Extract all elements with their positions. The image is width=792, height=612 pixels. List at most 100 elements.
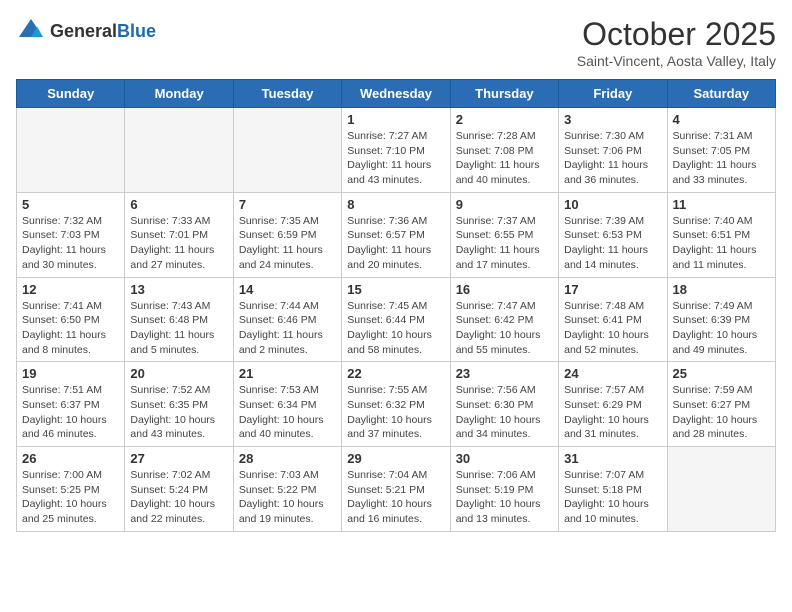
day-detail: Sunrise: 7:39 AM Sunset: 6:53 PM Dayligh… — [564, 214, 661, 273]
calendar-cell: 13Sunrise: 7:43 AM Sunset: 6:48 PM Dayli… — [125, 277, 233, 362]
calendar-cell: 21Sunrise: 7:53 AM Sunset: 6:34 PM Dayli… — [233, 362, 341, 447]
calendar-body: 1 Sunrise: 7:27 AM Sunset: 7:10 PM Daylig… — [17, 108, 776, 532]
day-number: 15 — [347, 282, 444, 297]
calendar-cell: 7 Sunrise: 7:35 AM Sunset: 6:59 PM Daylig… — [233, 192, 341, 277]
calendar-cell: 25Sunrise: 7:59 AM Sunset: 6:27 PM Dayli… — [667, 362, 775, 447]
day-number: 17 — [564, 282, 661, 297]
calendar-cell: 16Sunrise: 7:47 AM Sunset: 6:42 PM Dayli… — [450, 277, 558, 362]
weekday-header: Wednesday — [342, 80, 450, 108]
day-detail: Sunrise: 7:35 AM Sunset: 6:59 PM Dayligh… — [239, 214, 336, 273]
calendar-cell: 29 Sunrise: 7:04 AM Sunset: 5:21 PM Dayli… — [342, 447, 450, 532]
calendar-cell: 23 Sunrise: 7:56 AM Sunset: 6:30 PM Dayli… — [450, 362, 558, 447]
month-title: October 2025 — [577, 16, 776, 53]
day-detail: Sunrise: 7:59 AM Sunset: 6:27 PM Dayligh… — [673, 383, 770, 442]
day-number: 3 — [564, 112, 661, 127]
weekday-header: Friday — [559, 80, 667, 108]
weekday-header: Thursday — [450, 80, 558, 108]
weekday-header: Saturday — [667, 80, 775, 108]
calendar-cell: 10Sunrise: 7:39 AM Sunset: 6:53 PM Dayli… — [559, 192, 667, 277]
day-detail: Sunrise: 7:31 AM Sunset: 7:05 PM Dayligh… — [673, 129, 770, 188]
day-detail: Sunrise: 7:30 AM Sunset: 7:06 PM Dayligh… — [564, 129, 661, 188]
calendar-cell — [233, 108, 341, 193]
day-number: 7 — [239, 197, 336, 212]
calendar-cell: 24Sunrise: 7:57 AM Sunset: 6:29 PM Dayli… — [559, 362, 667, 447]
logo-blue: Blue — [117, 21, 156, 42]
page-header: General Blue October 2025 Saint-Vincent,… — [16, 16, 776, 69]
day-number: 2 — [456, 112, 553, 127]
calendar-cell: 3 Sunrise: 7:30 AM Sunset: 7:06 PM Daylig… — [559, 108, 667, 193]
calendar-cell: 17 Sunrise: 7:48 AM Sunset: 6:41 PM Dayli… — [559, 277, 667, 362]
calendar-cell: 11Sunrise: 7:40 AM Sunset: 6:51 PM Dayli… — [667, 192, 775, 277]
day-number: 24 — [564, 366, 661, 381]
calendar-cell — [17, 108, 125, 193]
day-detail: Sunrise: 7:36 AM Sunset: 6:57 PM Dayligh… — [347, 214, 444, 273]
logo: General Blue — [16, 16, 156, 46]
day-detail: Sunrise: 7:03 AM Sunset: 5:22 PM Dayligh… — [239, 468, 336, 527]
day-detail: Sunrise: 7:00 AM Sunset: 5:25 PM Dayligh… — [22, 468, 119, 527]
weekday-header: Sunday — [17, 80, 125, 108]
day-detail: Sunrise: 7:02 AM Sunset: 5:24 PM Dayligh… — [130, 468, 227, 527]
day-detail: Sunrise: 7:48 AM Sunset: 6:41 PM Dayligh… — [564, 299, 661, 358]
day-detail: Sunrise: 7:04 AM Sunset: 5:21 PM Dayligh… — [347, 468, 444, 527]
day-detail: Sunrise: 7:45 AM Sunset: 6:44 PM Dayligh… — [347, 299, 444, 358]
day-number: 30 — [456, 451, 553, 466]
day-number: 27 — [130, 451, 227, 466]
day-number: 22 — [347, 366, 444, 381]
calendar-cell: 1 Sunrise: 7:27 AM Sunset: 7:10 PM Daylig… — [342, 108, 450, 193]
calendar-week-row: 1 Sunrise: 7:27 AM Sunset: 7:10 PM Daylig… — [17, 108, 776, 193]
day-number: 13 — [130, 282, 227, 297]
calendar-cell: 12 Sunrise: 7:41 AM Sunset: 6:50 PM Dayli… — [17, 277, 125, 362]
calendar-cell — [125, 108, 233, 193]
day-detail: Sunrise: 7:28 AM Sunset: 7:08 PM Dayligh… — [456, 129, 553, 188]
calendar-cell: 31 Sunrise: 7:07 AM Sunset: 5:18 PM Dayli… — [559, 447, 667, 532]
day-detail: Sunrise: 7:51 AM Sunset: 6:37 PM Dayligh… — [22, 383, 119, 442]
calendar-week-row: 12 Sunrise: 7:41 AM Sunset: 6:50 PM Dayli… — [17, 277, 776, 362]
day-detail: Sunrise: 7:27 AM Sunset: 7:10 PM Dayligh… — [347, 129, 444, 188]
day-number: 31 — [564, 451, 661, 466]
day-detail: Sunrise: 7:40 AM Sunset: 6:51 PM Dayligh… — [673, 214, 770, 273]
location-subtitle: Saint-Vincent, Aosta Valley, Italy — [577, 53, 776, 69]
day-number: 20 — [130, 366, 227, 381]
day-number: 18 — [673, 282, 770, 297]
day-number: 12 — [22, 282, 119, 297]
day-detail: Sunrise: 7:32 AM Sunset: 7:03 PM Dayligh… — [22, 214, 119, 273]
calendar-cell: 27 Sunrise: 7:02 AM Sunset: 5:24 PM Dayli… — [125, 447, 233, 532]
calendar-cell: 9 Sunrise: 7:37 AM Sunset: 6:55 PM Daylig… — [450, 192, 558, 277]
day-number: 28 — [239, 451, 336, 466]
day-detail: Sunrise: 7:07 AM Sunset: 5:18 PM Dayligh… — [564, 468, 661, 527]
calendar-cell: 28 Sunrise: 7:03 AM Sunset: 5:22 PM Dayli… — [233, 447, 341, 532]
calendar-table: SundayMondayTuesdayWednesdayThursdayFrid… — [16, 79, 776, 532]
calendar-cell: 2 Sunrise: 7:28 AM Sunset: 7:08 PM Daylig… — [450, 108, 558, 193]
day-detail: Sunrise: 7:33 AM Sunset: 7:01 PM Dayligh… — [130, 214, 227, 273]
calendar-week-row: 26 Sunrise: 7:00 AM Sunset: 5:25 PM Dayli… — [17, 447, 776, 532]
calendar-week-row: 5 Sunrise: 7:32 AM Sunset: 7:03 PM Daylig… — [17, 192, 776, 277]
calendar-header: SundayMondayTuesdayWednesdayThursdayFrid… — [17, 80, 776, 108]
day-number: 23 — [456, 366, 553, 381]
title-block: October 2025 Saint-Vincent, Aosta Valley… — [577, 16, 776, 69]
day-number: 21 — [239, 366, 336, 381]
day-number: 16 — [456, 282, 553, 297]
day-detail: Sunrise: 7:41 AM Sunset: 6:50 PM Dayligh… — [22, 299, 119, 358]
logo-text: General Blue — [50, 21, 156, 42]
calendar-cell: 30Sunrise: 7:06 AM Sunset: 5:19 PM Dayli… — [450, 447, 558, 532]
calendar-cell — [667, 447, 775, 532]
day-detail: Sunrise: 7:55 AM Sunset: 6:32 PM Dayligh… — [347, 383, 444, 442]
day-number: 14 — [239, 282, 336, 297]
calendar-cell: 20 Sunrise: 7:52 AM Sunset: 6:35 PM Dayli… — [125, 362, 233, 447]
day-number: 4 — [673, 112, 770, 127]
day-number: 29 — [347, 451, 444, 466]
day-detail: Sunrise: 7:44 AM Sunset: 6:46 PM Dayligh… — [239, 299, 336, 358]
calendar-cell: 8Sunrise: 7:36 AM Sunset: 6:57 PM Daylig… — [342, 192, 450, 277]
day-detail: Sunrise: 7:37 AM Sunset: 6:55 PM Dayligh… — [456, 214, 553, 273]
calendar-week-row: 19 Sunrise: 7:51 AM Sunset: 6:37 PM Dayli… — [17, 362, 776, 447]
day-number: 1 — [347, 112, 444, 127]
day-number: 19 — [22, 366, 119, 381]
day-detail: Sunrise: 7:56 AM Sunset: 6:30 PM Dayligh… — [456, 383, 553, 442]
day-number: 26 — [22, 451, 119, 466]
weekday-header: Tuesday — [233, 80, 341, 108]
day-detail: Sunrise: 7:52 AM Sunset: 6:35 PM Dayligh… — [130, 383, 227, 442]
calendar-cell: 22 Sunrise: 7:55 AM Sunset: 6:32 PM Dayli… — [342, 362, 450, 447]
day-number: 9 — [456, 197, 553, 212]
weekday-header: Monday — [125, 80, 233, 108]
day-number: 5 — [22, 197, 119, 212]
